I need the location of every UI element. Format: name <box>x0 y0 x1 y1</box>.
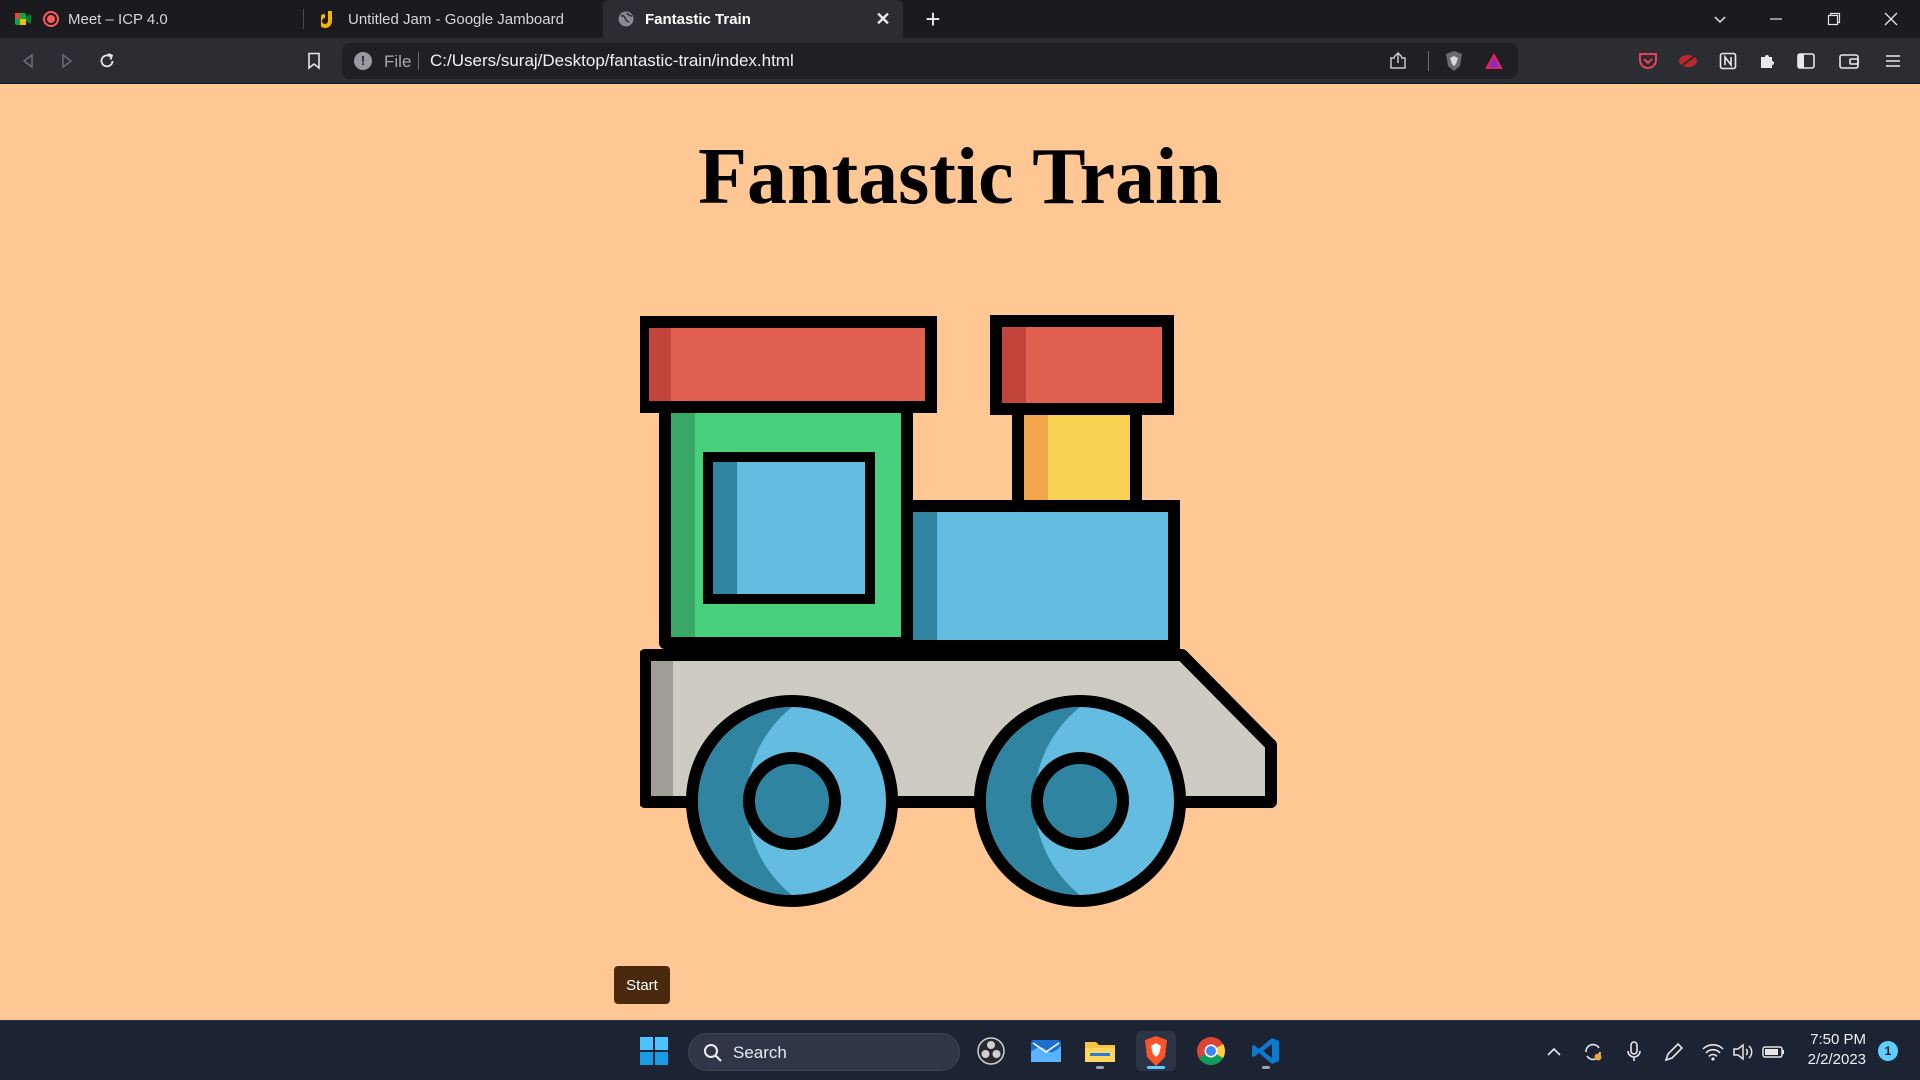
brave-icon[interactable] <box>1136 1031 1176 1071</box>
system-clock[interactable]: 7:50 PM 2/2/2023 <box>1808 1030 1866 1070</box>
google-meet-icon <box>14 10 32 28</box>
volume-icon[interactable] <box>1730 1039 1756 1065</box>
tab-fantastic-train[interactable]: Fantastic Train ✕ <box>603 0 903 38</box>
front-wheel <box>686 695 898 907</box>
pocket-icon[interactable] <box>1633 46 1663 76</box>
notification-badge[interactable]: 1 <box>1878 1041 1898 1061</box>
bookmark-button[interactable] <box>299 46 329 76</box>
vscode-icon[interactable] <box>1246 1031 1286 1071</box>
address-bar[interactable]: ! File C:/Users/suraj/Desktop/fantastic-… <box>342 43 1518 79</box>
page-title: Fantastic Train <box>698 133 1222 221</box>
search-icon <box>703 1043 723 1068</box>
notion-extension-icon[interactable] <box>1713 46 1743 76</box>
active-indicator <box>1147 1066 1165 1069</box>
url-text[interactable]: C:/Users/suraj/Desktop/fantastic-train/i… <box>430 51 794 71</box>
windows-start-icon[interactable] <box>634 1031 674 1071</box>
running-indicator <box>1096 1066 1104 1069</box>
tab-title: Untitled Jam - Google Jamboard <box>348 10 564 28</box>
menu-hamburger-icon[interactable] <box>1878 46 1908 76</box>
tab-title: Meet – ICP 4.0 <box>68 10 168 28</box>
running-indicator <box>1262 1066 1270 1069</box>
start-button[interactable]: Start <box>614 966 670 1004</box>
browser-toolbar: ! File C:/Users/suraj/Desktop/fantastic-… <box>0 38 1920 84</box>
clock-date: 2/2/2023 <box>1807 1051 1866 1068</box>
tab-list-chevron-icon[interactable] <box>1692 0 1748 38</box>
jamboard-icon <box>320 10 338 28</box>
wifi-icon[interactable] <box>1700 1039 1726 1065</box>
reload-button[interactable] <box>92 46 122 76</box>
brave-rewards-icon[interactable] <box>1482 49 1506 73</box>
tab-title: Fantastic Train <box>645 10 751 28</box>
close-window-button[interactable] <box>1863 0 1919 38</box>
search-label: Search <box>733 1043 787 1062</box>
back-button[interactable] <box>13 46 43 76</box>
brave-shields-icon[interactable] <box>1442 49 1466 73</box>
browser-tab-bar: Meet – ICP 4.0 Untitled Jam - Google Jam… <box>0 0 1920 38</box>
obs-icon[interactable] <box>971 1031 1011 1071</box>
tab-separator <box>303 9 304 29</box>
mail-icon[interactable] <box>1026 1031 1066 1071</box>
forward-button[interactable] <box>52 46 82 76</box>
url-separator <box>1428 51 1429 71</box>
url-divider <box>418 52 419 70</box>
sidebar-toggle-icon[interactable] <box>1791 46 1821 76</box>
toy-train-illustration <box>637 315 1280 915</box>
chrome-icon[interactable] <box>1191 1031 1231 1071</box>
extensions-puzzle-icon[interactable] <box>1752 46 1782 76</box>
taskbar-search-box[interactable]: Search <box>688 1033 960 1071</box>
pen-icon[interactable] <box>1661 1039 1687 1065</box>
url-scheme-label: File <box>384 52 412 71</box>
close-tab-icon[interactable]: ✕ <box>873 9 893 29</box>
wallet-icon[interactable] <box>1834 46 1864 76</box>
file-explorer-icon[interactable] <box>1080 1031 1120 1071</box>
globe-icon <box>617 10 635 28</box>
minimize-window-button[interactable] <box>1748 0 1804 38</box>
windows-taskbar: Search 7:50 PM 2/2/2023 1 <box>0 1020 1920 1080</box>
tab-meet[interactable]: Meet – ICP 4.0 <box>0 0 300 38</box>
tab-jamboard[interactable]: Untitled Jam - Google Jamboard <box>306 0 602 38</box>
battery-icon[interactable] <box>1761 1039 1787 1065</box>
site-info-icon[interactable]: ! <box>354 52 372 70</box>
recording-icon <box>42 10 60 28</box>
extension-red-icon[interactable] <box>1673 46 1703 76</box>
restore-window-button[interactable] <box>1806 0 1862 38</box>
microphone-icon[interactable] <box>1621 1039 1647 1065</box>
new-tab-button[interactable]: + <box>918 4 948 34</box>
clock-time: 7:50 PM <box>1810 1031 1866 1048</box>
share-icon[interactable] <box>1386 49 1410 73</box>
show-hidden-icons-chevron[interactable] <box>1541 1039 1567 1065</box>
rear-wheel <box>974 695 1186 907</box>
sync-icon[interactable] <box>1580 1039 1606 1065</box>
